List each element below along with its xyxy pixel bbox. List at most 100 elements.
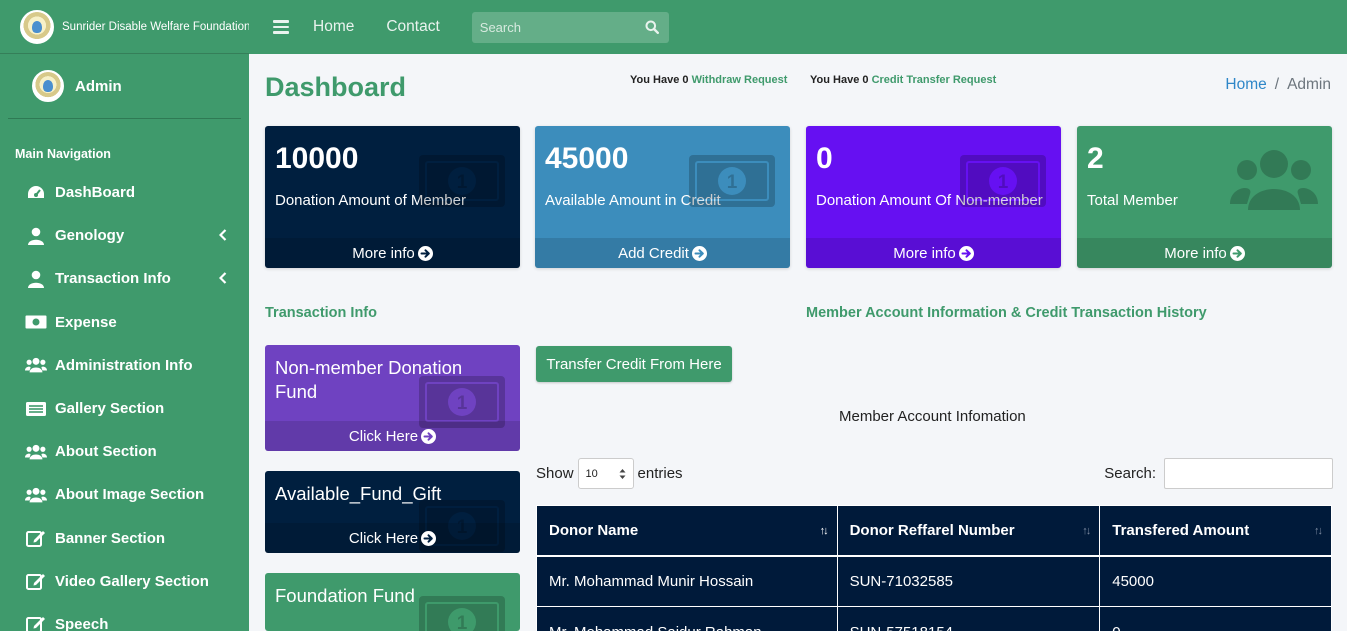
- show-label: Show: [536, 465, 574, 482]
- table-cell: SUN-57518154: [837, 606, 1101, 631]
- sidebar-item-about-section[interactable]: About Section: [0, 430, 249, 473]
- table-search-label: Search:: [1104, 465, 1156, 482]
- sidebar-item-transaction-info[interactable]: Transaction Info: [0, 257, 249, 300]
- table-cell: 0: [1099, 606, 1332, 631]
- stat-footer-link[interactable]: More info: [1077, 238, 1332, 268]
- chevron-left-icon[interactable]: [218, 271, 227, 287]
- sidebar-item-speech[interactable]: Speech: [0, 603, 249, 631]
- table-body: Mr. Mohammad Munir Hossain SUN-71032585 45…: [536, 555, 1332, 631]
- sidebar-item-label: Administration Info: [55, 356, 193, 374]
- user-name: Admin: [75, 77, 122, 95]
- nav-link-contact[interactable]: Contact: [386, 18, 439, 36]
- sidebar-item-label: Genology: [55, 227, 125, 245]
- money-bill-icon: 1: [688, 154, 776, 213]
- arrow-circle-right-icon: [421, 428, 437, 444]
- gauge-icon: [25, 184, 47, 202]
- fund-box[interactable]: Available_Fund_Gift 1 Click Here: [265, 471, 520, 553]
- stat-box: 45000 Available Amount in Credit 1 Add Cred…: [535, 126, 790, 268]
- page-title: Dashboard: [265, 72, 407, 102]
- transfer-credit-button[interactable]: Transfer Credit From Here: [536, 346, 732, 382]
- edit-icon: [25, 615, 47, 631]
- table-row: Mr. Mohammad Saidur RahmanSUN-575181540: [536, 606, 1332, 631]
- entries-label: entries: [637, 465, 683, 482]
- fund-box[interactable]: Foundation Fund 1: [265, 573, 520, 631]
- entries-length: Show 10 entries: [536, 458, 683, 489]
- breadcrumb-home[interactable]: Home: [1225, 76, 1266, 93]
- money-bill-icon: 1: [418, 595, 506, 631]
- fund-footer-link[interactable]: Click Here: [265, 523, 520, 553]
- stat-value: 45000: [545, 142, 629, 175]
- column-header-label: Donor Reffarel Number: [849, 521, 1015, 539]
- sidebar-item-dashboard[interactable]: DashBoard: [0, 171, 249, 214]
- member-table: Donor Name ↑↓ Donor Reffarel Number ↑↓ Trans…: [536, 505, 1332, 631]
- brand-name: Sunrider Disable Welfare Foundation: [62, 20, 249, 33]
- sidebar-item-gallery-section[interactable]: Gallery Section: [0, 387, 249, 430]
- sidebar-item-label: Expense: [55, 313, 117, 331]
- sidebar-item-video-gallery-section[interactable]: Video Gallery Section: [0, 560, 249, 603]
- fund-footer-label: Click Here: [348, 427, 419, 445]
- main-navigation: DashBoard Genology Transaction Info Expense…: [0, 171, 249, 631]
- table-search-input[interactable]: [1164, 458, 1333, 489]
- sidebar-item-label: Speech: [55, 615, 109, 631]
- fund-box[interactable]: Non-member Donation Fund 1 Click Here: [265, 345, 520, 451]
- brand[interactable]: Sunrider Disable Welfare Foundation: [0, 0, 249, 54]
- arrow-circle-right-icon: [691, 245, 707, 261]
- svg-text:1: 1: [457, 613, 468, 631]
- stat-footer-label: Add Credit: [618, 244, 689, 262]
- column-header[interactable]: Donor Name ↑↓: [536, 505, 838, 557]
- table-cell: Mr. Mohammad Saidur Rahman: [536, 606, 838, 631]
- transaction-info-title: Transaction Info: [265, 305, 377, 321]
- money-bill-icon: 1: [418, 154, 506, 213]
- column-header-label: Donor Name: [549, 521, 639, 539]
- nav-link-home[interactable]: Home: [313, 18, 354, 36]
- menu-toggle-icon[interactable]: [273, 17, 289, 37]
- column-header[interactable]: Transfered Amount ↑↓: [1099, 505, 1332, 557]
- entries-value: 10: [585, 467, 598, 480]
- sidebar-item-label: Banner Section: [55, 529, 166, 547]
- stat-footer-link[interactable]: More info: [806, 238, 1061, 268]
- sidebar-item-banner-section[interactable]: Banner Section: [0, 517, 249, 560]
- table-search: Search:: [1104, 458, 1333, 489]
- arrow-circle-right-icon: [958, 245, 974, 261]
- stat-value: 0: [816, 142, 833, 175]
- sidebar: Sunrider Disable Welfare Foundation Admi…: [0, 0, 249, 631]
- sort-icon: ↑↓: [1082, 525, 1091, 537]
- sidebar-item-administration-info[interactable]: Administration Info: [0, 344, 249, 387]
- stat-box: 10000 Donation Amount of Member 1 More info: [265, 126, 520, 268]
- fund-footer-link[interactable]: Click Here: [265, 421, 520, 451]
- sidebar-item-label: Gallery Section: [55, 400, 165, 418]
- withdraw-notice: You Have 0 Withdraw Request: [630, 74, 787, 86]
- sidebar-item-label: About Section: [55, 443, 157, 461]
- stat-footer-label: More info: [893, 244, 956, 262]
- stat-footer-link[interactable]: More info: [265, 238, 520, 268]
- arrow-circle-right-icon: [421, 530, 437, 546]
- stat-value: 2: [1087, 142, 1104, 175]
- stat-footer-link[interactable]: Add Credit: [535, 238, 790, 268]
- user-icon: [25, 270, 47, 288]
- credit-transfer-request-link[interactable]: Credit Transfer Request: [872, 74, 997, 86]
- sidebar-item-about-image-section[interactable]: About Image Section: [0, 473, 249, 516]
- svg-text:1: 1: [727, 172, 738, 193]
- column-header[interactable]: Donor Reffarel Number ↑↓: [837, 505, 1101, 557]
- credit-notice-prefix: You Have 0: [810, 74, 869, 86]
- navbar-search-input[interactable]: [471, 19, 637, 35]
- edit-icon: [25, 572, 47, 591]
- withdraw-request-link[interactable]: Withdraw Request: [692, 74, 788, 86]
- sidebar-item-genology[interactable]: Genology: [0, 214, 249, 257]
- select-arrows-icon: [619, 468, 626, 479]
- member-section-title: Member Account Information & Credit Tran…: [806, 305, 1207, 321]
- nav-header: Main Navigation: [15, 147, 111, 161]
- user-panel[interactable]: Admin: [8, 54, 241, 119]
- sidebar-item-expense[interactable]: Expense: [0, 301, 249, 344]
- sort-icon: ↑↓: [819, 525, 829, 537]
- withdraw-notice-prefix: You Have 0: [630, 74, 689, 86]
- svg-text:1: 1: [998, 172, 1009, 193]
- stat-footer-label: More info: [352, 244, 415, 262]
- breadcrumb-separator: /: [1274, 76, 1280, 93]
- table-header-row: Donor Name ↑↓ Donor Reffarel Number ↑↓ Trans…: [536, 505, 1332, 557]
- credit-transfer-notice: You Have 0 Credit Transfer Request: [810, 74, 996, 86]
- search-icon[interactable]: [637, 12, 667, 43]
- entries-select[interactable]: 10: [577, 458, 634, 489]
- chevron-left-icon[interactable]: [218, 228, 227, 244]
- money-bill-icon: 1: [959, 154, 1047, 213]
